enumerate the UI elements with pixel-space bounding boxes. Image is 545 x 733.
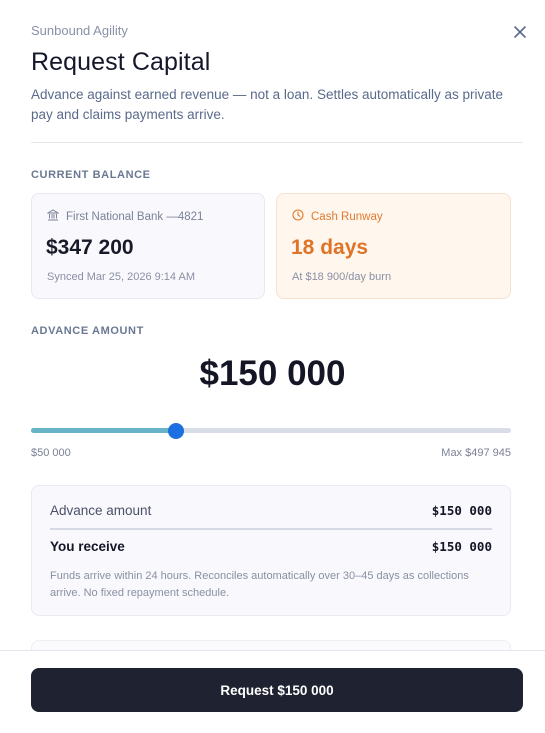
summary-divider [50,528,492,530]
close-icon[interactable] [510,22,530,42]
funding-note: Funds arrive within 24 hours. Reconciles… [50,570,469,599]
runway-label: Cash Runway [311,210,383,223]
bank-account-label: First National Bank —4821 [66,210,204,223]
you-receive-label: You receive [50,539,125,554]
clock-icon [292,209,304,224]
runway-value: 18 days [291,236,369,259]
modal-footer: Request $150 000 [0,650,545,733]
cash-runway-card: Cash Runway 18 days At $18 900/day burn [276,193,511,299]
page-subtitle: Advance against earned revenue — not a l… [31,87,504,122]
you-receive-value: $150 000 [431,539,492,554]
bank-balance-value: $347 200 [46,236,134,259]
request-capital-modal: Sunbound Agility Request Capital Advance… [0,0,545,733]
advance-amount-row: Advance amount $150 000 [50,503,492,518]
runway-card-header: Cash Runway [292,209,383,224]
slider-min-label: $50 000 [31,447,71,459]
advance-summary-panel: Advance amount $150 000 You receive $150… [31,485,511,616]
advance-amount-label: ADVANCE AMOUNT [31,325,144,337]
header-divider [31,142,523,143]
you-receive-row: You receive $150 000 [50,539,492,554]
advance-amount-row-label: Advance amount [50,503,152,518]
current-balance-label: CURRENT BALANCE [31,169,151,181]
org-name: Sunbound Agility [31,23,128,38]
advance-amount-row-value: $150 000 [431,503,492,518]
page-title: Request Capital [31,48,211,76]
bank-card-header: First National Bank —4821 [46,209,204,224]
slider-thumb[interactable] [167,423,184,439]
slider-max-label: Max $497 945 [441,447,511,459]
runway-burn-rate: At $18 900/day burn [292,271,392,283]
advance-amount-slider[interactable] [31,422,511,440]
bank-balance-card: First National Bank —4821 $347 200 Synce… [31,193,265,299]
request-capital-button[interactable]: Request $150 000 [31,668,523,712]
bank-icon [46,209,60,224]
slider-fill [31,428,176,433]
advance-amount-display: $150 000 [199,354,346,393]
bank-sync-time: Synced Mar 25, 2026 9:14 AM [47,271,195,283]
